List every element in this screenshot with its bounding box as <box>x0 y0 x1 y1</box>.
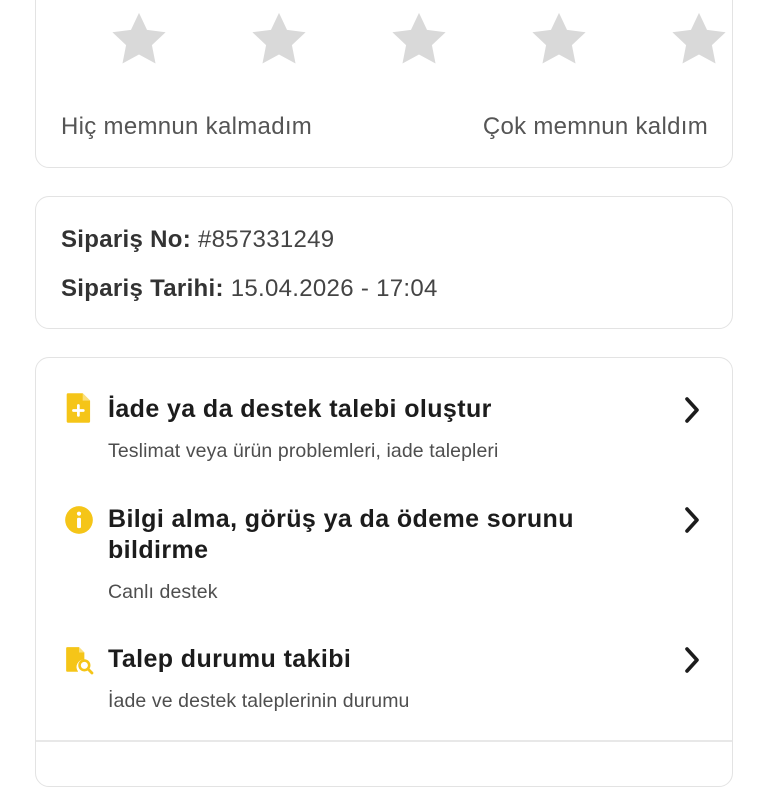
order-number-label: Sipariş No: <box>61 226 191 253</box>
star-icon-2[interactable] <box>248 9 310 71</box>
star-rating[interactable] <box>108 9 730 71</box>
chevron-right-icon[interactable] <box>681 504 703 536</box>
order-date-label: Sipariş Tarihi: <box>61 275 224 302</box>
star-icon-3[interactable] <box>388 9 450 71</box>
divider <box>36 740 732 742</box>
order-number-row: Sipariş No: #857331249 <box>61 226 334 254</box>
support-actions-card: İade ya da destek talebi oluştur Teslima… <box>35 357 733 787</box>
action-title: Talep durumu takibi <box>108 645 352 673</box>
rating-high-label: Çok memnun kaldım <box>482 113 708 140</box>
star-icon-4[interactable] <box>528 9 590 71</box>
rating-card: Hiç memnun kalmadım Çok memnun kaldım <box>35 0 733 168</box>
action-subtitle: Canlı destek <box>108 581 218 603</box>
info-icon <box>65 506 93 534</box>
action-subtitle: İade ve destek taleplerinin durumu <box>108 690 410 712</box>
rating-low-label: Hiç memnun kalmadım <box>61 113 313 140</box>
order-date-row: Sipariş Tarihi: 15.04.2026 - 17:04 <box>61 275 438 303</box>
action-title: Bilgi alma, görüş ya da ödeme sorunu bil… <box>108 505 574 564</box>
order-date-value: 15.04.2026 - 17:04 <box>230 275 438 302</box>
document-add-icon <box>66 393 91 423</box>
star-icon-1[interactable] <box>108 9 170 71</box>
chevron-right-icon[interactable] <box>681 644 703 676</box>
action-title: İade ya da destek talebi oluştur <box>108 395 492 423</box>
action-subtitle: Teslimat veya ürün problemleri, iade tal… <box>108 440 499 462</box>
create-return-request-item[interactable]: İade ya da destek talebi oluştur Teslima… <box>36 392 732 472</box>
chevron-right-icon[interactable] <box>681 394 703 426</box>
document-search-icon <box>66 647 94 675</box>
star-icon-5[interactable] <box>668 9 730 71</box>
order-info-card: Sipariş No: #857331249 Sipariş Tarihi: 1… <box>35 196 733 329</box>
request-status-tracking-item[interactable]: Talep durumu takibi İade ve destek talep… <box>36 642 732 722</box>
order-number-value: #857331249 <box>197 226 335 253</box>
info-feedback-payment-item[interactable]: Bilgi alma, görüş ya da ödeme sorunu bil… <box>36 502 732 612</box>
